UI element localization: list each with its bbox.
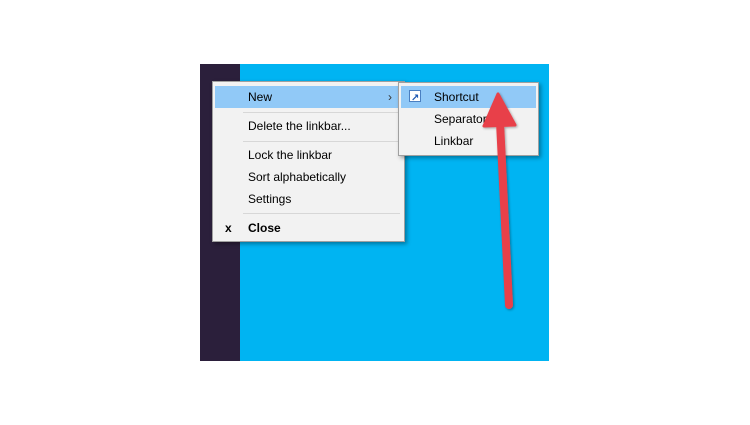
menu-item-sort-alphabetically[interactable]: Sort alphabetically bbox=[215, 166, 402, 188]
shortcut-arrow-icon: ↗ bbox=[409, 90, 421, 104]
submenu-item-linkbar[interactable]: Linkbar bbox=[401, 130, 536, 152]
menu-separator bbox=[243, 213, 400, 214]
menu-separator bbox=[243, 141, 400, 142]
menu-item-new[interactable]: New › bbox=[215, 86, 402, 108]
menu-item-close[interactable]: x Close bbox=[215, 217, 402, 239]
menu-item-delete-linkbar[interactable]: Delete the linkbar... bbox=[215, 115, 402, 137]
menu-item-sort-label: Sort alphabetically bbox=[248, 170, 347, 184]
close-icon: x bbox=[225, 221, 232, 235]
menu-item-settings-label: Settings bbox=[248, 192, 292, 206]
submenu-item-linkbar-label: Linkbar bbox=[434, 134, 474, 148]
chevron-right-icon: › bbox=[388, 90, 392, 104]
menu-item-lock-label: Lock the linkbar bbox=[248, 148, 333, 162]
menu-item-settings[interactable]: Settings bbox=[215, 188, 402, 210]
menu-item-delete-label: Delete the linkbar... bbox=[248, 119, 351, 133]
submenu-item-separator[interactable]: Separator bbox=[401, 108, 536, 130]
new-submenu: ↗ Shortcut Separator Linkbar bbox=[398, 82, 539, 156]
submenu-item-separator-label: Separator bbox=[434, 112, 487, 126]
menu-item-lock-linkbar[interactable]: Lock the linkbar bbox=[215, 144, 402, 166]
context-menu: New › Delete the linkbar... Lock the lin… bbox=[212, 81, 405, 242]
submenu-item-shortcut[interactable]: ↗ Shortcut bbox=[401, 86, 536, 108]
submenu-item-shortcut-label: Shortcut bbox=[434, 90, 479, 104]
menu-item-close-label: Close bbox=[248, 221, 281, 235]
menu-item-new-label: New bbox=[248, 90, 273, 104]
menu-separator bbox=[243, 112, 400, 113]
